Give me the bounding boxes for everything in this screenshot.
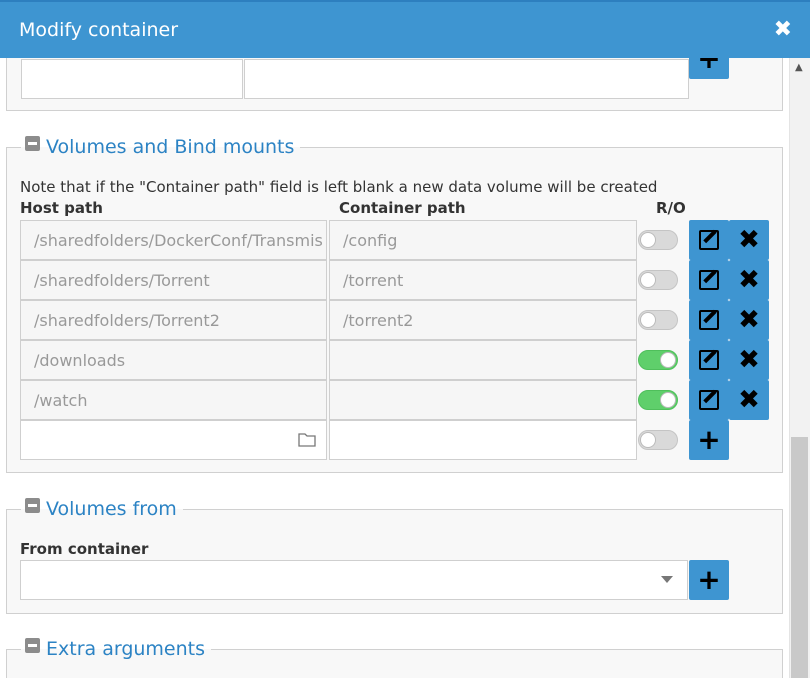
host-path-field[interactable]: /watch <box>20 380 327 420</box>
delete-button[interactable]: ✖ <box>729 260 769 300</box>
folder-icon[interactable] <box>298 432 316 447</box>
container-path-field[interactable]: /torrent <box>329 260 637 300</box>
previous-add-button[interactable]: + <box>689 58 729 79</box>
close-icon[interactable]: ✖ <box>774 17 792 42</box>
container-path-field[interactable] <box>329 380 637 420</box>
volumes-note: Note that if the "Container path" field … <box>20 178 658 196</box>
container-path-field[interactable]: /torrent2 <box>329 300 637 340</box>
container-path-field[interactable]: /config <box>329 220 637 260</box>
volumes-from-legend[interactable]: Volumes from <box>21 498 183 520</box>
collapse-icon[interactable] <box>25 498 40 513</box>
volumes-legend[interactable]: Volumes and Bind mounts <box>21 136 300 158</box>
scrollbar-thumb[interactable] <box>791 437 808 678</box>
ro-toggle[interactable] <box>638 390 678 410</box>
previous-section: + <box>6 58 783 111</box>
dialog-content: + Volumes and Bind mounts Note that if t… <box>0 58 789 678</box>
new-ro-toggle[interactable] <box>638 430 678 450</box>
edit-button[interactable] <box>689 260 729 300</box>
ro-toggle[interactable] <box>638 270 678 290</box>
delete-button[interactable]: ✖ <box>729 300 769 340</box>
edit-button[interactable] <box>689 340 729 380</box>
host-path-field[interactable]: /downloads <box>20 340 327 380</box>
edit-icon <box>699 310 719 330</box>
scroll-up-icon[interactable]: ▲ <box>795 62 803 73</box>
previous-value-input[interactable] <box>244 59 689 99</box>
edit-button[interactable] <box>689 380 729 420</box>
edit-button[interactable] <box>689 220 729 260</box>
from-container-label: From container <box>20 540 149 558</box>
host-path-field[interactable]: /sharedfolders/Torrent2 <box>20 300 327 340</box>
host-path-field[interactable]: /sharedfolders/DockerConf/Transmis <box>20 220 327 260</box>
collapse-icon[interactable] <box>25 638 40 653</box>
host-path-header: Host path <box>20 199 103 217</box>
ro-toggle[interactable] <box>638 230 678 250</box>
from-container-select[interactable] <box>20 560 688 600</box>
edit-button[interactable] <box>689 300 729 340</box>
dialog-titlebar: Modify container ✖ <box>0 0 810 58</box>
ro-toggle[interactable] <box>638 350 678 370</box>
container-path-field[interactable] <box>329 340 637 380</box>
extra-arguments-legend[interactable]: Extra arguments <box>21 638 211 660</box>
edit-icon <box>699 270 719 290</box>
delete-button[interactable]: ✖ <box>729 340 769 380</box>
edit-icon <box>699 230 719 250</box>
edit-icon <box>699 350 719 370</box>
ro-toggle[interactable] <box>638 310 678 330</box>
delete-button[interactable]: ✖ <box>729 220 769 260</box>
new-host-path-input[interactable] <box>20 420 327 460</box>
host-path-field[interactable]: /sharedfolders/Torrent <box>20 260 327 300</box>
previous-key-input[interactable] <box>21 59 243 99</box>
chevron-down-icon[interactable] <box>661 576 673 583</box>
add-volumes-from-button[interactable]: + <box>689 560 729 600</box>
extra-arguments-section: Extra arguments <box>6 638 783 678</box>
edit-icon <box>699 390 719 410</box>
add-volume-button[interactable]: + <box>689 420 729 460</box>
container-path-header: Container path <box>339 199 466 217</box>
delete-button[interactable]: ✖ <box>729 380 769 420</box>
collapse-icon[interactable] <box>25 136 40 151</box>
ro-header: R/O <box>656 199 686 217</box>
new-container-path-input[interactable] <box>329 420 637 460</box>
dialog-title: Modify container <box>19 19 179 41</box>
